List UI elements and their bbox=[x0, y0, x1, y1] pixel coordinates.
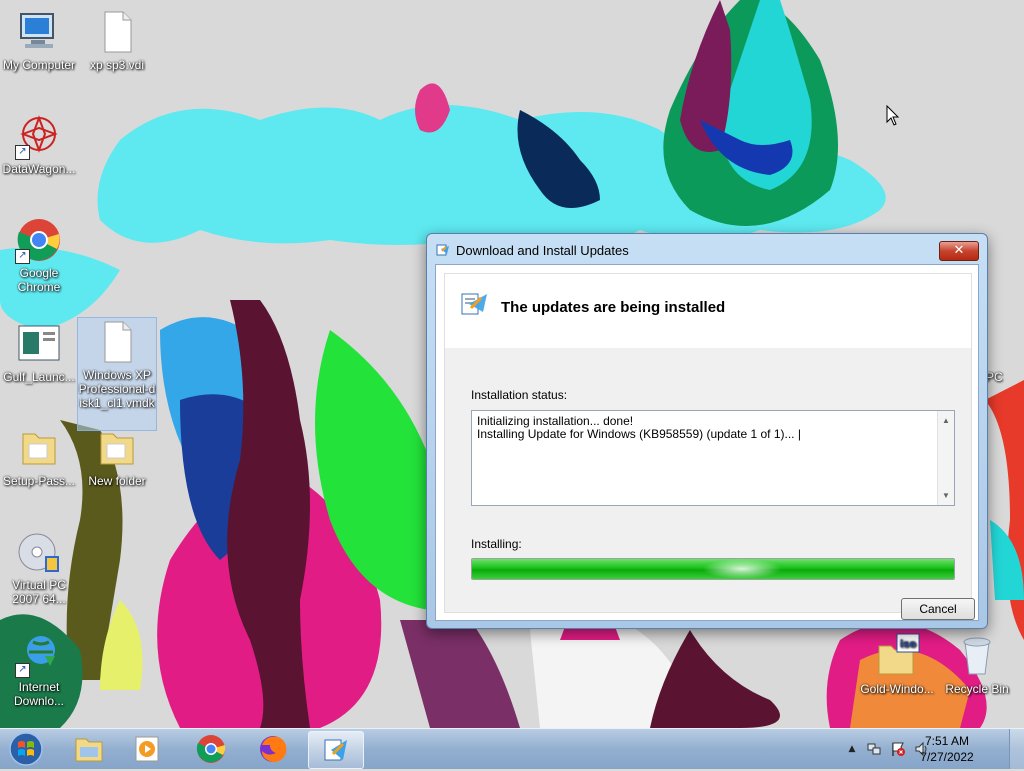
progress-shine bbox=[702, 559, 782, 579]
desktop-icon-label: New folder bbox=[88, 474, 146, 488]
shortcut-arrow-icon: ↗ bbox=[15, 663, 30, 678]
shortcut-arrow-icon: ↗ bbox=[15, 249, 30, 264]
show-hidden-icons-button[interactable]: ▲ bbox=[844, 741, 860, 757]
media-player-icon bbox=[135, 736, 159, 762]
dialog-heading: The updates are being installed bbox=[501, 299, 726, 316]
desktop-icon-virtual-pc[interactable]: Virtual PC 2007 64... bbox=[0, 528, 78, 606]
recycle-bin-icon bbox=[953, 632, 1001, 680]
chrome-icon: ↗ bbox=[15, 216, 63, 264]
desktop-icon-gold-windows[interactable]: iso Gold-Windo... bbox=[858, 632, 936, 696]
clock-date: 7/27/2022 bbox=[920, 750, 974, 764]
desktop-icon-label: Google Chrome bbox=[17, 266, 61, 294]
taskbar-clock[interactable]: 7:51 AM 7/27/2022 bbox=[914, 733, 980, 765]
install-progress-bar bbox=[471, 558, 955, 580]
cancel-button[interactable]: Cancel bbox=[901, 598, 975, 620]
desktop-icon-label: xp sp3.vdi bbox=[89, 58, 145, 72]
desktop-icon-recycle-bin[interactable]: Recycle Bin bbox=[938, 632, 1016, 696]
update-install-icon bbox=[461, 293, 487, 315]
desktop-icon-label: Internet Downlo... bbox=[13, 680, 65, 708]
installing-label: Installing: bbox=[471, 537, 522, 551]
file-icon bbox=[93, 8, 141, 56]
desktop-icon-internet-download[interactable]: ↗ Internet Downlo... bbox=[0, 630, 78, 708]
desktop-icon-gulf-launcher[interactable]: Gulf_Launc... bbox=[0, 320, 78, 384]
taskbar-firefox-button[interactable] bbox=[246, 731, 300, 767]
desktop-icon-label: Gold-Windo... bbox=[860, 682, 934, 696]
desktop-icon-label: Gulf_Launc... bbox=[3, 370, 75, 384]
desktop-icon-label: Recycle Bin bbox=[945, 682, 1009, 696]
dialog-header: The updates are being installed bbox=[445, 274, 971, 348]
window-app-icon bbox=[15, 320, 63, 368]
svg-text:iso: iso bbox=[900, 639, 916, 650]
folder-icon bbox=[15, 424, 63, 472]
desktop-icon-label: DataWagon... bbox=[2, 162, 76, 176]
folder-icon bbox=[93, 424, 141, 472]
desktop-icon-label: Setup-Pass... bbox=[2, 474, 76, 488]
log-scrollbar[interactable]: ▲ ▼ bbox=[937, 411, 954, 505]
dialog-titlebar[interactable]: Download and Install Updates ✕ bbox=[427, 234, 987, 264]
desktop-icon-label: Virtual PC 2007 64... bbox=[12, 578, 66, 606]
dialog-title: Download and Install Updates bbox=[456, 243, 629, 258]
desktop-icon-my-computer[interactable]: My Computer bbox=[0, 8, 78, 72]
disc-icon bbox=[15, 528, 63, 576]
shortcut-arrow-icon: ↗ bbox=[15, 145, 30, 160]
computer-icon bbox=[15, 8, 63, 56]
update-dialog: Download and Install Updates ✕ The updat… bbox=[426, 233, 988, 629]
show-desktop-button[interactable] bbox=[1009, 729, 1024, 769]
chrome-icon bbox=[196, 735, 226, 763]
taskbar: ▲ 7:51 AM 7/27/2022 bbox=[0, 728, 1024, 769]
desktop-icon-setup-pass[interactable]: Setup-Pass... bbox=[0, 424, 78, 488]
installation-status-label: Installation status: bbox=[471, 388, 568, 402]
desktop-icon-windows-xp-vmdk[interactable]: Windows XP Professional-disk1_cl1.vmdk bbox=[77, 317, 157, 431]
windows-update-icon bbox=[324, 739, 347, 761]
scroll-up-icon[interactable]: ▲ bbox=[942, 414, 950, 427]
installation-log[interactable]: Initializing installation... done! Insta… bbox=[471, 410, 955, 506]
dialog-content: The updates are being installed Installa… bbox=[444, 273, 975, 620]
datawagon-icon: ↗ bbox=[15, 112, 63, 160]
close-button[interactable]: ✕ bbox=[939, 241, 979, 261]
taskbar-media-player-button[interactable] bbox=[120, 731, 174, 767]
folder-icon bbox=[75, 738, 103, 762]
dialog-client: The updates are being installed Installa… bbox=[435, 264, 979, 621]
windows-update-icon bbox=[436, 244, 449, 256]
start-button[interactable] bbox=[6, 730, 46, 768]
clock-time: 7:51 AM bbox=[924, 734, 970, 748]
action-center-flag-icon[interactable] bbox=[890, 741, 906, 757]
network-icon[interactable] bbox=[866, 741, 882, 757]
taskbar-chrome-button[interactable] bbox=[184, 731, 238, 767]
desktop-icon-datawagon[interactable]: ↗ DataWagon... bbox=[0, 112, 78, 176]
log-line: Installing Update for Windows (KB958559)… bbox=[477, 427, 801, 441]
taskbar-windows-update-button[interactable] bbox=[308, 731, 364, 769]
taskbar-explorer-button[interactable] bbox=[62, 731, 116, 767]
file-icon bbox=[93, 318, 141, 366]
globe-download-icon: ↗ bbox=[15, 630, 63, 678]
iso-folder-icon: iso bbox=[873, 632, 921, 680]
desktop-icon-label: Windows XP Professional-disk1_cl1.vmdk bbox=[78, 368, 156, 410]
desktop-icon-xp-sp3-vdi[interactable]: xp sp3.vdi bbox=[78, 8, 156, 72]
scroll-down-icon[interactable]: ▼ bbox=[942, 489, 950, 502]
desktop-icon-label: My Computer bbox=[2, 58, 76, 72]
desktop-icon-google-chrome[interactable]: ↗ Google Chrome bbox=[0, 216, 78, 294]
mouse-cursor-icon bbox=[886, 105, 900, 126]
desktop-icon-new-folder[interactable]: New folder bbox=[78, 424, 156, 488]
firefox-icon bbox=[260, 736, 287, 763]
